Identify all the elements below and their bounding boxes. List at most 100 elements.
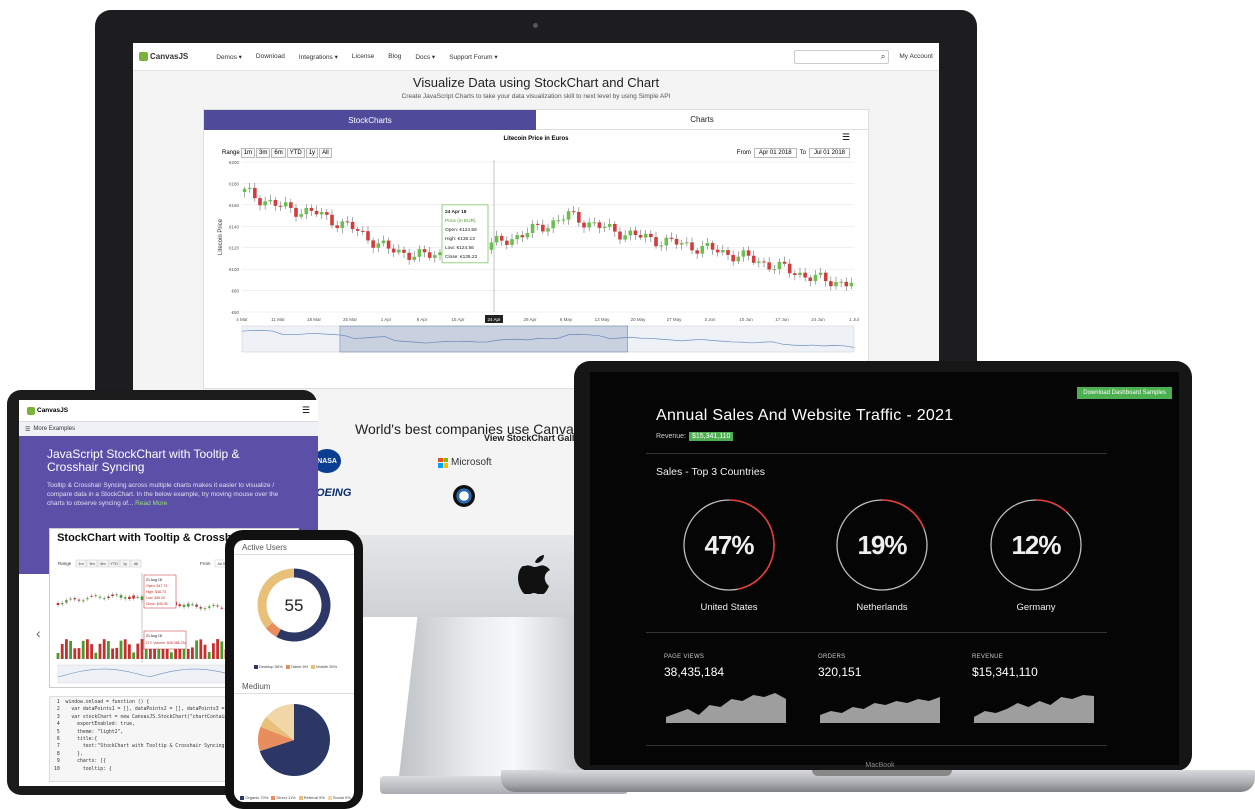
- stockchart-area[interactable]: €200 €180 €160 €140 €120 €100 €80 €60 Litecoin P…: [214, 122, 864, 372]
- nav-item-integrations[interactable]: Integrations ▾: [299, 53, 338, 61]
- canvasjs-logo[interactable]: CanvasJS: [139, 52, 188, 61]
- candle: [808, 277, 813, 281]
- candle: [111, 594, 114, 597]
- tablet-hero-title: JavaScript StockChart with Tooltip & Cro…: [47, 447, 240, 474]
- legend-label: Mobile 35%: [316, 664, 338, 669]
- y-tick-label: €60: [231, 310, 239, 315]
- chart-panel: StockCharts Charts Litecoin Price in Eur…: [203, 109, 869, 389]
- candle: [520, 235, 525, 238]
- candle: [566, 211, 571, 220]
- candle: [102, 598, 106, 600]
- candle: [787, 263, 792, 274]
- medium-legend: Organic 70% Direct 11% Referral 5% Social 9…: [234, 795, 354, 800]
- candle: [90, 595, 93, 597]
- tooltip-line: LTC Volume: $48,388,234: [146, 641, 186, 645]
- nav-item-docs[interactable]: Docs ▾: [415, 53, 435, 61]
- hamburger-menu-icon[interactable]: ☰: [842, 132, 850, 143]
- nav-item-support-forum[interactable]: Support Forum ▾: [449, 53, 497, 61]
- candle: [278, 205, 283, 207]
- tablet-hero-text: Tooltip & Crosshair Syncing across multi…: [47, 481, 290, 508]
- volume-bar: [207, 652, 211, 659]
- candle: [182, 604, 186, 607]
- candle: [582, 222, 586, 228]
- candle: [674, 238, 679, 245]
- range-button-1y[interactable]: 1y: [305, 148, 319, 158]
- range-button-all[interactable]: All: [319, 148, 332, 158]
- candle: [325, 212, 329, 215]
- tab-stockcharts[interactable]: StockCharts: [204, 110, 536, 130]
- donut-segment: [265, 622, 281, 637]
- gauge-value-germany: 12%: [1011, 529, 1061, 560]
- from-date-input[interactable]: Apr 01 2018: [753, 148, 797, 158]
- carousel-prev-icon[interactable]: ‹: [36, 625, 41, 641]
- tab-charts[interactable]: Charts: [536, 110, 868, 130]
- candle: [690, 242, 694, 251]
- x-tick-label: 1 Apr: [381, 317, 392, 322]
- volume-bar: [73, 648, 77, 659]
- legend-swatch: [327, 795, 332, 800]
- candle: [417, 249, 422, 257]
- range-button-ytd[interactable]: YTD: [286, 148, 305, 158]
- candle: [510, 239, 514, 245]
- tooltip-line: Open: €124.56: [445, 227, 477, 233]
- page-subtitle: Create JavaScript Charts to take your da…: [401, 93, 671, 100]
- read-more-link[interactable]: Read More: [135, 500, 167, 507]
- stockchart-svg[interactable]: €200 €180 €160 €140 €120 €100 €80 €60 Litecoin P…: [214, 122, 864, 372]
- nav-item-license[interactable]: License: [352, 53, 374, 60]
- legend-swatch: [240, 795, 245, 800]
- range-button-3m[interactable]: 3m: [256, 148, 271, 158]
- nav-item-demos[interactable]: Demos ▾: [216, 53, 242, 61]
- crosshair-label: 24 Apr: [487, 317, 501, 322]
- kpi-label-orders: ORDERS: [818, 654, 846, 660]
- volume-bar: [56, 653, 60, 659]
- volume-bar: [69, 640, 72, 659]
- candle: [505, 240, 509, 245]
- search-input[interactable]: ⌕: [794, 49, 890, 64]
- x-tick-label: 3 Jun: [704, 317, 716, 322]
- hamburger-menu-icon[interactable]: ☰: [302, 405, 310, 416]
- gauge-label-germany: Germany: [1016, 602, 1056, 613]
- more-examples-bar[interactable]: ☰ More Examples: [19, 422, 318, 436]
- active-users-title: Active Users: [234, 540, 354, 555]
- candle: [335, 225, 339, 228]
- legend-label: Organic 70%: [245, 795, 269, 800]
- legend-swatch: [253, 664, 258, 669]
- candle: [556, 220, 561, 222]
- my-account-link[interactable]: My Account: [899, 53, 933, 60]
- candle: [587, 222, 591, 228]
- candle: [685, 242, 689, 244]
- candle: [659, 245, 663, 247]
- range-button-1m[interactable]: 1m: [240, 148, 256, 158]
- active-users-donut[interactable]: 55: [234, 555, 354, 655]
- search-icon[interactable]: ⌕: [881, 52, 885, 62]
- page-title: Visualize Data using StockChart and Char…: [412, 75, 660, 90]
- candle: [247, 187, 252, 189]
- candle: [633, 230, 638, 235]
- volume-bar: [149, 648, 152, 659]
- to-date-input[interactable]: Jul 01 2018: [808, 148, 850, 158]
- range-button-label: 1m: [78, 562, 83, 566]
- x-tick-label: 4 Mar: [236, 317, 248, 322]
- candle: [132, 595, 135, 599]
- volume-bar: [212, 643, 215, 659]
- volume-bar: [102, 639, 106, 659]
- medium-pie[interactable]: [234, 694, 354, 786]
- to-label: To: [799, 150, 806, 156]
- from-label: From: [200, 561, 211, 566]
- candle: [772, 269, 777, 271]
- candle: [798, 272, 802, 276]
- candle: [314, 210, 319, 215]
- nav-item-blog[interactable]: Blog: [388, 53, 401, 60]
- tooltip-line: 21 Aug 18: [146, 634, 162, 638]
- range-button-label: 6m: [100, 562, 105, 566]
- candle: [355, 229, 360, 231]
- tablet-logo[interactable]: CanvasJS: [27, 406, 68, 415]
- volume-bar: [170, 652, 173, 659]
- candle: [664, 237, 669, 246]
- range-button-6m[interactable]: 6m: [271, 148, 286, 158]
- download-dashboard-button[interactable]: Download Dashboard Samples: [1077, 387, 1172, 399]
- candle: [679, 242, 684, 245]
- candle: [736, 256, 741, 262]
- candle: [597, 222, 602, 228]
- nav-item-download[interactable]: Download: [256, 53, 285, 60]
